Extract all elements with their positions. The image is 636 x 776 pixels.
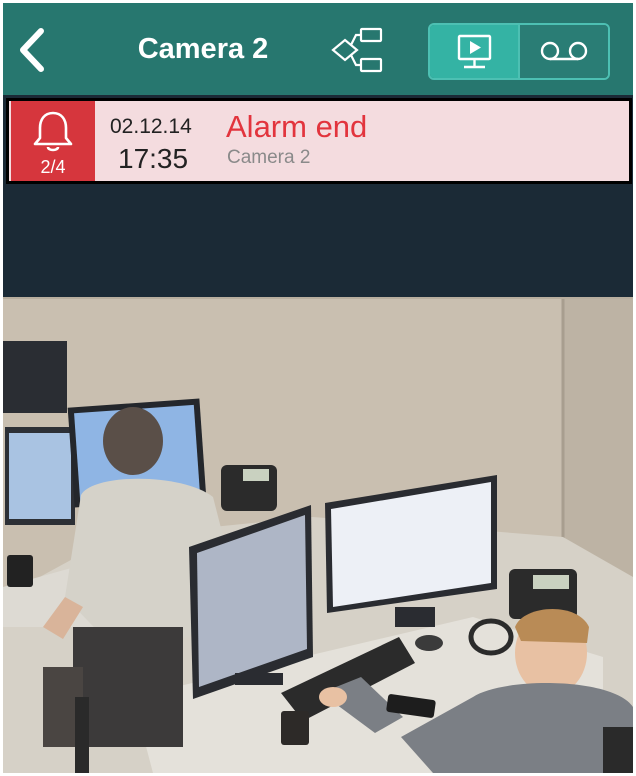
view-mode-toggle [428, 23, 610, 80]
camera-feed-image [3, 297, 633, 773]
archive-mode-button[interactable] [518, 25, 608, 78]
alarm-camera-name: Camera 2 [227, 147, 311, 168]
bell-icon [33, 111, 73, 152]
app-frame: Camera 2 2/4 02.12.14 17:35 Alarm end Ca… [3, 3, 633, 773]
layout-button[interactable] [329, 23, 385, 77]
alarm-counter: 2/4 [40, 157, 66, 177]
voicemail-tape-icon [540, 41, 588, 61]
camera-video-feed[interactable] [3, 297, 633, 773]
alarm-title: Alarm end [226, 109, 368, 144]
monitor-play-icon [457, 34, 492, 69]
alarm-time: 17:35 [118, 143, 189, 174]
alarm-badge: 2/4 [11, 101, 95, 181]
alarm-notification[interactable]: 2/4 02.12.14 17:35 Alarm end Camera 2 [6, 98, 632, 184]
live-mode-button[interactable] [430, 25, 518, 78]
hierarchy-icon [331, 27, 383, 73]
top-bar: Camera 2 [3, 3, 633, 95]
page-title: Camera 2 [137, 33, 269, 65]
alarm-date: 02.12.14 [110, 115, 192, 138]
